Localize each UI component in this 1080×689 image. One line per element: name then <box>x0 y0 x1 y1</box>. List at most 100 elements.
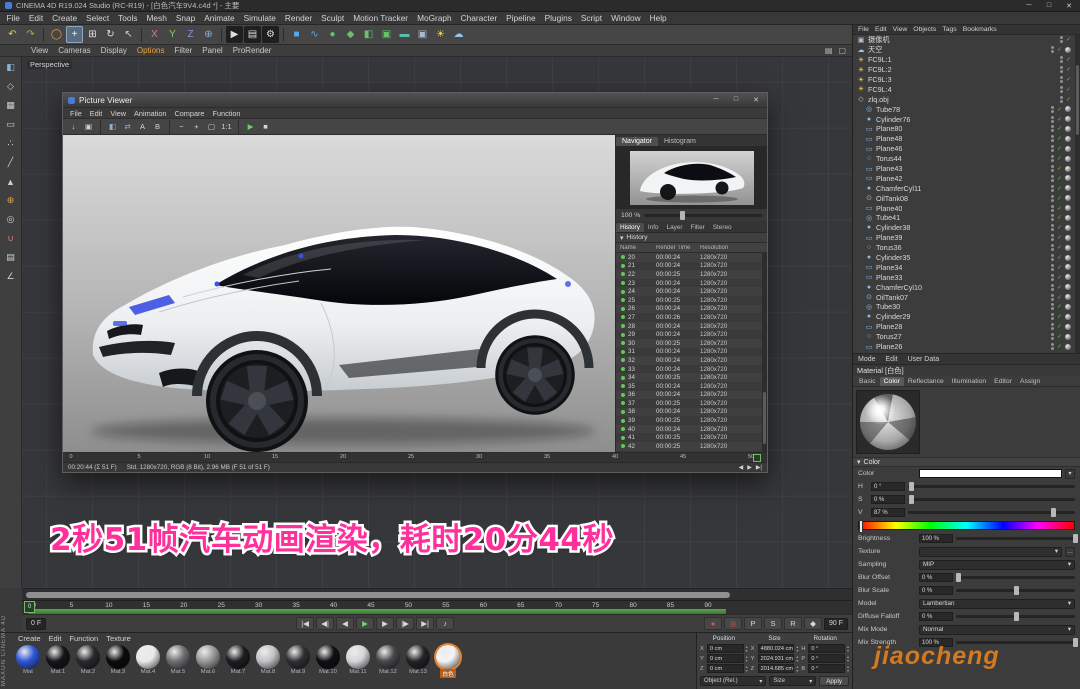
render-visibility-dot[interactable] <box>1051 110 1054 113</box>
object-row[interactable]: ▭Plane26✓ <box>853 342 1080 352</box>
enabled-check-icon[interactable]: ✓ <box>1066 76 1071 83</box>
render-visibility-dot[interactable] <box>1051 169 1054 172</box>
material-item[interactable]: Mat.9 <box>284 645 312 678</box>
stepper-icon[interactable]: ▴▾ <box>796 645 798 653</box>
light-button[interactable]: ☀ <box>432 26 449 43</box>
editor-visibility-dot[interactable] <box>1051 135 1054 138</box>
material-tag-icon[interactable] <box>1065 284 1071 290</box>
coord-value[interactable]: 0 ° <box>808 654 845 663</box>
object-row[interactable]: ○Torus36✓ <box>853 243 1080 253</box>
stepper-down[interactable]: ▾ <box>847 649 849 653</box>
mode-mode[interactable]: Mode <box>853 356 881 363</box>
picture-viewer-timeline[interactable]: 05101520253035404550 <box>63 453 767 463</box>
object-row[interactable]: ▭Plane28✓ <box>853 322 1080 332</box>
enabled-check-icon[interactable]: ✓ <box>1057 106 1062 113</box>
render-visibility-dot[interactable] <box>1051 159 1054 162</box>
history-row[interactable]: 2900:00:241280x720 <box>616 330 767 339</box>
history-row[interactable]: 3700:00:251280x720 <box>616 399 767 408</box>
material-tag-icon[interactable] <box>1065 136 1071 142</box>
enabled-check-icon[interactable]: ✓ <box>1057 46 1062 53</box>
menu-window[interactable]: Window <box>607 13 646 23</box>
visibility-dots[interactable] <box>1051 234 1054 241</box>
hsv-slider[interactable] <box>908 511 1075 514</box>
editor-visibility-dot[interactable] <box>1060 56 1063 59</box>
menu-create[interactable]: Create <box>48 13 82 23</box>
coord-value[interactable]: 0 cm <box>707 644 744 653</box>
render-visibility-dot[interactable] <box>1051 258 1054 261</box>
mode-edit[interactable]: Edit <box>881 356 903 363</box>
visibility-dots[interactable] <box>1051 185 1054 192</box>
material-tag-icon[interactable] <box>1065 195 1071 201</box>
editor-visibility-dot[interactable] <box>1051 175 1054 178</box>
editor-visibility-dot[interactable] <box>1051 343 1054 346</box>
add-cube-button[interactable]: ■ <box>288 26 305 43</box>
coord-value[interactable]: 0 cm <box>707 664 744 673</box>
material-tag-icon[interactable] <box>1065 264 1071 270</box>
redo-icon[interactable]: ↷ <box>22 26 39 43</box>
array-button[interactable]: ◆ <box>342 26 359 43</box>
stepper-icon[interactable]: ▴▾ <box>796 655 798 663</box>
om-menu-bookmarks[interactable]: Bookmarks <box>960 26 1000 33</box>
prop-value[interactable]: 100 % <box>919 534 953 543</box>
material-tag-icon[interactable] <box>1065 294 1071 300</box>
visibility-dots[interactable] <box>1051 106 1054 113</box>
end-frame-field[interactable]: 90 F <box>824 618 848 630</box>
swap-ab-icon[interactable]: ⇄ <box>121 120 134 133</box>
enabled-check-icon[interactable]: ✓ <box>1057 313 1062 320</box>
render-visibility-dot[interactable] <box>1060 60 1063 63</box>
coord-value[interactable]: 0 ° <box>808 664 845 673</box>
object-row[interactable]: ●Cylinder29✓ <box>853 312 1080 322</box>
stepper-down[interactable]: ▾ <box>796 669 798 673</box>
menu-script[interactable]: Script <box>576 13 606 23</box>
minimize-button[interactable]: ─ <box>1023 2 1035 10</box>
camera-button[interactable]: ▣ <box>414 26 431 43</box>
material-tag-icon[interactable] <box>1065 47 1071 53</box>
menu-edit[interactable]: Edit <box>24 13 47 23</box>
object-row[interactable]: ▭Plane34✓ <box>853 262 1080 272</box>
hue-gradient[interactable] <box>858 521 1075 530</box>
history-row[interactable]: 3800:00:241280x720 <box>616 408 767 417</box>
enabled-check-icon[interactable]: ✓ <box>1057 155 1062 162</box>
visibility-dots[interactable] <box>1060 56 1063 63</box>
stepper-down[interactable]: ▾ <box>847 659 849 663</box>
material-tag-icon[interactable] <box>1065 166 1071 172</box>
hsv-slider-thumb[interactable] <box>909 495 914 504</box>
render-visibility-dot[interactable] <box>1051 278 1054 281</box>
texture-field[interactable]: ▾ <box>919 547 1062 557</box>
material-tag-icon[interactable] <box>1065 156 1071 162</box>
enabled-check-icon[interactable]: ✓ <box>1057 214 1062 221</box>
editor-visibility-dot[interactable] <box>1051 165 1054 168</box>
enabled-check-icon[interactable]: ✓ <box>1057 303 1062 310</box>
render-visibility-dot[interactable] <box>1051 179 1054 182</box>
object-row[interactable]: ◇zlq.obj✓ <box>853 94 1080 104</box>
zoom-100-icon[interactable]: 1:1 <box>220 120 233 133</box>
material-preview[interactable] <box>856 390 920 454</box>
menu-motion-tracker[interactable]: Motion Tracker <box>349 13 413 23</box>
set-as-b-icon[interactable]: B <box>151 120 164 133</box>
menu-file[interactable]: File <box>2 13 24 23</box>
pv-play-button[interactable]: ▶ <box>244 120 257 133</box>
stepper-icon[interactable]: ▴▾ <box>746 645 748 653</box>
goto-start-button[interactable]: |◀ <box>296 617 314 630</box>
live-selection-icon[interactable]: ◯ <box>48 26 65 43</box>
editor-visibility-dot[interactable] <box>1051 254 1054 257</box>
pv-prev-frame-button[interactable]: ◀ <box>739 464 744 471</box>
menu-pipeline[interactable]: Pipeline <box>502 13 541 23</box>
enabled-check-icon[interactable]: ✓ <box>1057 264 1062 271</box>
viewport-menu-cameras[interactable]: Cameras <box>53 46 95 55</box>
object-row[interactable]: ⊙OilTank08✓ <box>853 193 1080 203</box>
material-tag-icon[interactable] <box>1065 324 1071 330</box>
enabled-check-icon[interactable]: ✓ <box>1057 274 1062 281</box>
object-row[interactable]: ▭Plane46✓ <box>853 144 1080 154</box>
enabled-check-icon[interactable]: ✓ <box>1057 175 1062 182</box>
texture-browse-button[interactable]: … <box>1065 547 1075 557</box>
pv-menu-file[interactable]: File <box>66 109 86 118</box>
enabled-check-icon[interactable]: ✓ <box>1057 125 1062 132</box>
object-row[interactable]: ☀FC9L:2✓ <box>853 65 1080 75</box>
history-row[interactable]: 3400:00:251280x720 <box>616 373 767 382</box>
render-visibility-dot[interactable] <box>1051 307 1054 310</box>
history-row[interactable]: 2500:00:251280x720 <box>616 296 767 305</box>
stepper-down[interactable]: ▾ <box>847 669 849 673</box>
current-frame-marker[interactable]: 0 <box>24 601 35 613</box>
visibility-dots[interactable] <box>1051 264 1054 271</box>
